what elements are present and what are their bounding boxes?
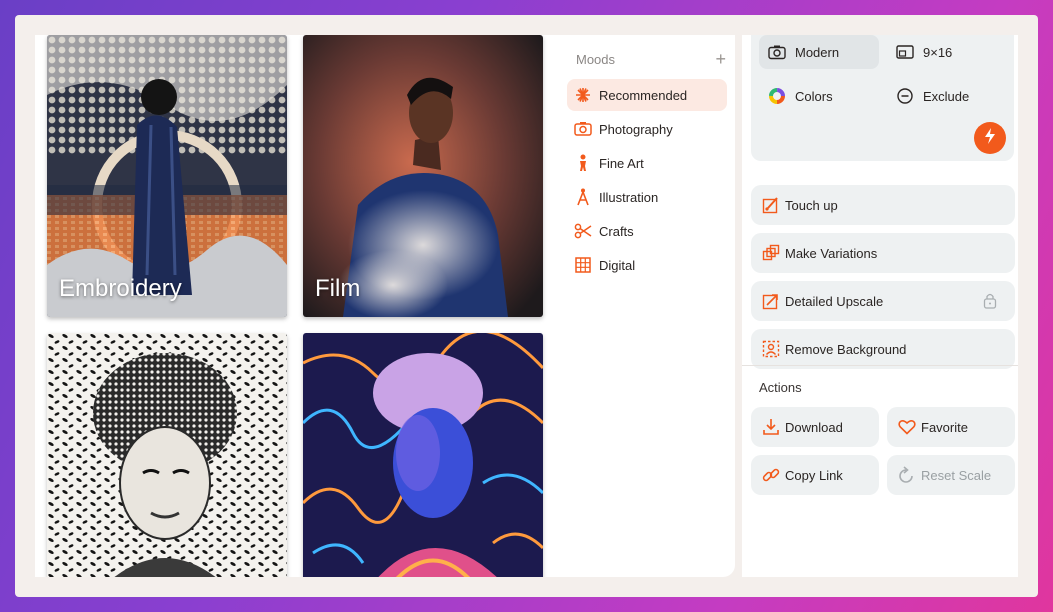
reset-scale-button[interactable]: Reset Scale <box>887 455 1015 495</box>
stipple-portrait-image <box>47 333 287 577</box>
app-window: Embroidery Film Moods + Recommended Phot… <box>15 15 1038 597</box>
mood-item-label: Fine Art <box>599 155 644 171</box>
download-icon <box>761 417 781 437</box>
color-wheel-icon <box>767 86 787 106</box>
actions-title: Actions <box>759 380 802 395</box>
aspect-ratio-icon <box>895 42 915 62</box>
lightning-icon <box>983 127 997 150</box>
download-button[interactable]: Download <box>751 407 879 447</box>
compass-icon <box>573 187 593 207</box>
colors-button[interactable]: Colors <box>759 79 879 113</box>
mood-item-label: Recommended <box>599 87 688 103</box>
gallery-panel: Embroidery Film Moods + Recommended Phot… <box>35 35 735 577</box>
exclude-label: Exclude <box>923 88 970 104</box>
touch-up-button[interactable]: Touch up <box>751 185 1015 225</box>
aspect-ratio-button[interactable]: 9×16 <box>887 35 1007 69</box>
make-variations-label: Make Variations <box>785 245 878 261</box>
upscale-icon <box>761 291 781 311</box>
mood-item-digital[interactable]: Digital <box>567 249 727 281</box>
variations-icon <box>761 243 781 263</box>
reset-icon <box>897 465 917 485</box>
favorite-label: Favorite <box>921 419 968 435</box>
aspect-ratio-label: 9×16 <box>923 44 953 60</box>
neon-portrait-image <box>303 333 543 577</box>
mood-item-fine-art[interactable]: Fine Art <box>567 147 727 179</box>
mood-item-crafts[interactable]: Crafts <box>567 215 727 247</box>
scissors-icon <box>573 221 593 241</box>
right-panel: Modern 9×16 Colors Exclude Touch up Make… <box>742 35 1018 577</box>
remove-background-button[interactable]: Remove Background <box>751 329 1015 369</box>
mood-item-illustration[interactable]: Illustration <box>567 181 727 213</box>
mood-item-photography[interactable]: Photography <box>567 113 727 145</box>
remove-background-label: Remove Background <box>785 341 907 357</box>
exclude-button[interactable]: Exclude <box>887 79 1007 113</box>
tile-label: Film <box>315 275 361 302</box>
mood-item-label: Crafts <box>599 223 634 239</box>
gallery-tile-stipple[interactable] <box>47 333 287 577</box>
style-label: Modern <box>795 44 840 60</box>
sunburst-icon <box>573 85 593 105</box>
settings-box: Modern 9×16 Colors Exclude <box>751 35 1014 161</box>
grid-icon <box>573 255 593 275</box>
reset-scale-label: Reset Scale <box>921 467 992 483</box>
brush-icon <box>761 195 781 215</box>
mood-item-recommended[interactable]: Recommended <box>567 79 727 111</box>
generate-button[interactable] <box>974 122 1006 154</box>
mood-item-label: Digital <box>599 257 636 273</box>
camera-icon <box>573 119 593 139</box>
detailed-upscale-label: Detailed Upscale <box>785 293 884 309</box>
download-label: Download <box>785 419 843 435</box>
link-icon <box>761 465 781 485</box>
copy-link-label: Copy Link <box>785 467 843 483</box>
mood-item-label: Illustration <box>599 189 659 205</box>
remove-background-icon <box>761 339 781 359</box>
gallery-tile-embroidery[interactable]: Embroidery <box>47 35 287 317</box>
lock-icon <box>983 292 997 312</box>
divider <box>742 365 1018 366</box>
detailed-upscale-button[interactable]: Detailed Upscale <box>751 281 1015 321</box>
touch-up-label: Touch up <box>785 197 838 213</box>
style-button[interactable]: Modern <box>759 35 879 69</box>
figure-icon <box>573 153 593 173</box>
colors-label: Colors <box>795 88 833 104</box>
mood-item-label: Photography <box>599 121 673 137</box>
gallery-tile-film[interactable]: Film <box>303 35 543 317</box>
add-mood-button[interactable]: + <box>715 49 726 70</box>
favorite-button[interactable]: Favorite <box>887 407 1015 447</box>
minus-circle-icon <box>895 86 915 106</box>
moods-header: Moods + <box>576 49 726 72</box>
camera-icon <box>767 42 787 62</box>
moods-title: Moods <box>576 52 616 67</box>
copy-link-button[interactable]: Copy Link <box>751 455 879 495</box>
tile-label: Embroidery <box>59 275 182 302</box>
heart-icon <box>897 417 917 437</box>
moods-sidebar: Moods + Recommended Photography Fine Art… <box>567 35 735 577</box>
make-variations-button[interactable]: Make Variations <box>751 233 1015 273</box>
gallery-tile-neon[interactable] <box>303 333 543 577</box>
